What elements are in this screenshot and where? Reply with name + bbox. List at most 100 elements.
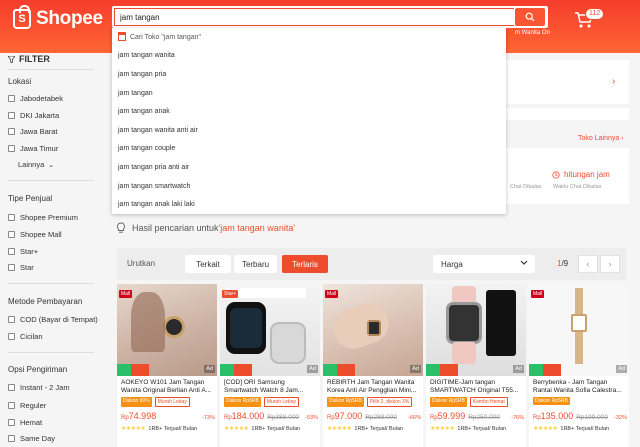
search-bar [112, 6, 548, 28]
promo-label [131, 364, 149, 376]
filter-checkbox-tipe[interactable]: Shopee Premium [8, 213, 78, 222]
search-result-heading: Hasil pencarian untuk 'jam tangan wanita… [116, 222, 295, 234]
checkbox[interactable] [8, 128, 15, 135]
filter-checkbox-lokasi[interactable]: Jawa Timur [8, 144, 58, 153]
checkbox[interactable] [8, 316, 15, 323]
chat-response-time: hitungan jam [552, 170, 610, 179]
filter-checkbox-kirim[interactable]: Instant - 2 Jam [8, 383, 70, 392]
mall-tag: Mall [325, 290, 339, 298]
product-badges: Diskon Rp5RB Murah Lebay [224, 397, 299, 407]
product-image[interactable] [117, 284, 217, 376]
price-row: Rp135.000 Rp199.000 -32% [533, 411, 627, 421]
filter-checkbox-bayar[interactable]: Cicilan [8, 332, 43, 341]
promo-label [543, 364, 561, 376]
sold-count: 1RB+ Terjual/ Bulan [354, 425, 404, 432]
product-card[interactable]: Mall Ad Berrybenka - Jam Tangan Rantai W… [529, 284, 629, 447]
toko-lainnya-link[interactable]: Toko Lainnya › [578, 135, 624, 142]
suggestion-item[interactable]: jam tangan pria [112, 65, 506, 84]
prev-page-button[interactable]: ‹ [578, 255, 598, 273]
next-page-button[interactable]: › [600, 255, 620, 273]
discount-percent: -76% [511, 415, 524, 421]
star-rating-icon: ★★★★★ [224, 426, 249, 432]
suggestion-item[interactable]: jam tangan smartwatch [112, 177, 506, 196]
product-card[interactable]: Mall Ad AOKEYO W101 Jam Tangan Wanita Or… [117, 284, 217, 447]
suggestion-item[interactable]: jam tangan anak [112, 102, 506, 121]
filter-checkbox-lokasi[interactable]: DKI Jakarta [8, 111, 59, 120]
old-price: Rp288.000 [365, 414, 398, 421]
suggestion-item[interactable]: jam tangan pria anti air [112, 158, 506, 177]
filter-checkbox-tipe[interactable]: Star [8, 263, 34, 272]
checkbox[interactable] [8, 231, 15, 238]
filter-checkbox-lokasi[interactable]: Jawa Barat [8, 127, 58, 136]
rating-row: ★★★★★ 1RB+ Terjual/ Bulan [533, 425, 609, 433]
search-button[interactable] [515, 8, 545, 26]
checkbox[interactable] [8, 264, 15, 271]
ad-tag: Ad [410, 365, 421, 373]
checkbox[interactable] [8, 112, 15, 119]
product-price: Rp59.999 [430, 411, 466, 421]
product-image[interactable] [426, 284, 526, 376]
suggestion-item[interactable]: jam tangan [112, 84, 506, 103]
checkbox[interactable] [8, 384, 15, 391]
chat-dibalas-label: Chat Dibalas [510, 184, 542, 190]
product-name: [COD] ORI Samsung Smartwatch Watch 8 Jam… [224, 379, 304, 394]
filter-checkbox-tipe[interactable]: Star+ [8, 247, 38, 256]
sort-terbaru-button[interactable]: Terbaru [234, 255, 277, 273]
product-badges: Diskon Rp5RB [533, 397, 570, 405]
product-image[interactable] [529, 284, 629, 376]
ad-tag: Ad [307, 365, 318, 373]
promo-badge: Pilih 2, diskon 3% [366, 397, 413, 407]
price-sort-select[interactable]: Harga [433, 255, 535, 273]
star-rating-icon: ★★★★★ [327, 426, 352, 432]
divider [8, 283, 94, 284]
product-price: Rp135.000 [533, 411, 574, 421]
suggestion-item[interactable]: jam tangan wanita [112, 47, 506, 66]
shopee-logo[interactable]: S Shopee [13, 5, 103, 30]
header-trend-hint[interactable]: m Wanita Ori [515, 30, 550, 36]
page-indicator: 1/9 [557, 259, 569, 268]
product-card[interactable]: Mall Ad REBIRTH Jam Tangan Wanita Korea … [323, 284, 423, 447]
checkbox[interactable] [8, 402, 15, 409]
cart-count-badge: 112 [585, 8, 605, 20]
sort-terlaris-button[interactable]: Terlaris [282, 255, 328, 273]
discount-badge: Diskon Rp5RB [430, 397, 467, 407]
checkbox[interactable] [8, 333, 15, 340]
promo-label [440, 364, 458, 376]
checkbox[interactable] [8, 145, 15, 152]
divider [8, 352, 94, 353]
discount-badge: Diskon 90% [121, 397, 152, 407]
sort-terkait-button[interactable]: Terkait [185, 255, 231, 273]
price-row: Rp184.000 Rp388.000 -53% [224, 411, 318, 421]
filter-checkbox-kirim[interactable]: Hemat [8, 418, 42, 427]
discount-percent: -73% [202, 415, 215, 421]
suggestion-item[interactable]: jam tangan couple [112, 140, 506, 159]
product-badges: Diskon Rp5RB Kombo Hemat [430, 397, 508, 407]
filter-checkbox-kirim[interactable]: Reguler [8, 401, 46, 410]
sold-count: 1RB+ Terjual/ Bulan [251, 425, 301, 432]
filter-checkbox-bayar[interactable]: COD (Bayar di Tempat) [8, 315, 98, 324]
filter-group-pengiriman: Opsi Pengiriman [8, 365, 68, 374]
chevron-right-icon: › [608, 259, 612, 269]
rating-row: ★★★★★ 1RB+ Terjual/ Bulan [430, 425, 506, 433]
chevron-right-icon[interactable]: › [612, 76, 615, 87]
product-badges: Diskon Rp5RB Pilih 2, diskon 3% [327, 397, 413, 407]
checkbox[interactable] [8, 435, 15, 442]
checkbox[interactable] [8, 214, 15, 221]
filter-checkbox-kirim[interactable]: Same Day [8, 434, 55, 443]
lokasi-more-link[interactable]: Lainnya ⌄ [18, 160, 54, 169]
filter-checkbox-lokasi[interactable]: Jabodetabek [8, 94, 63, 103]
suggestion-item[interactable]: jam tangan wanita anti air [112, 121, 506, 140]
search-input[interactable] [114, 8, 514, 26]
promo-badge: Murah Lebay [263, 397, 299, 407]
checkbox[interactable] [8, 95, 15, 102]
product-price: Rp74.998 [121, 411, 157, 421]
checkbox[interactable] [8, 419, 15, 426]
product-image[interactable] [323, 284, 423, 376]
suggestion-shop-search[interactable]: Cari Toko "jam tangan" [112, 28, 506, 47]
filter-checkbox-tipe[interactable]: Shopee Mall [8, 230, 62, 239]
suggestion-item[interactable]: jam tangan anak laki laki [112, 195, 506, 214]
checkbox[interactable] [8, 248, 15, 255]
product-card[interactable]: Star+ Ad [COD] ORI Samsung Smartwatch Wa… [220, 284, 320, 447]
product-card[interactable]: Ad DIGITIME-Jam tangan SMARTWATCH Origin… [426, 284, 526, 447]
filter-icon [8, 55, 15, 63]
